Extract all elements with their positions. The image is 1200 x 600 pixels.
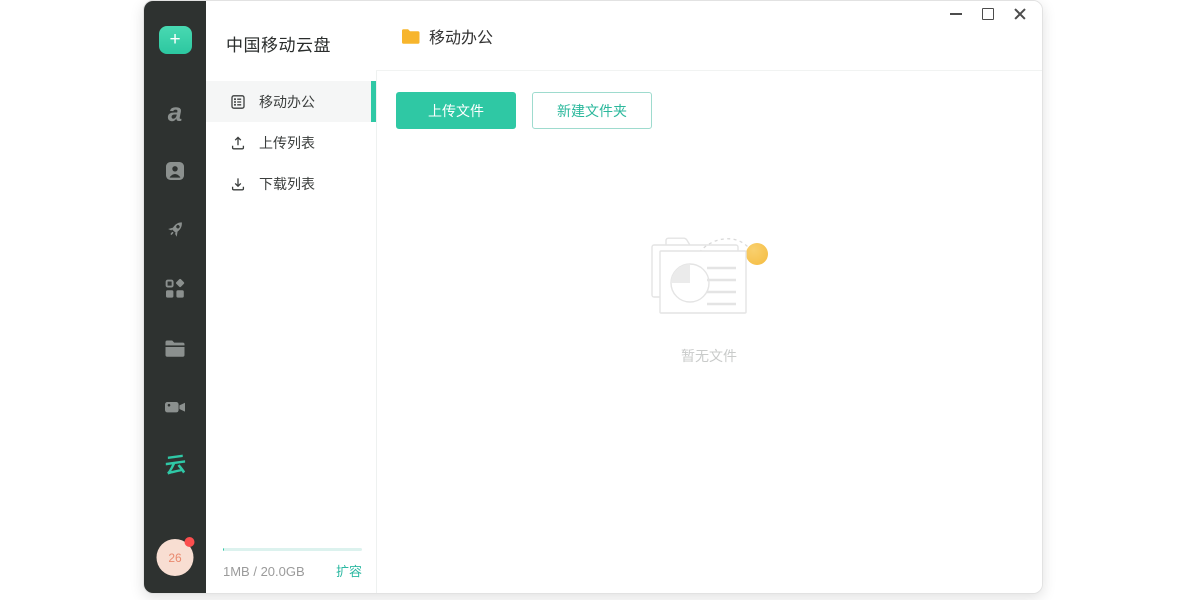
empty-folder-illustration [644, 231, 774, 328]
sidebar-item-label: 上传列表 [259, 133, 315, 153]
sidebar-main-divider [376, 71, 377, 593]
avatar-label: 26 [168, 551, 181, 565]
storage-row: 1MB / 20.0GB 扩容 [223, 561, 362, 580]
empty-state: 暂无文件 [644, 231, 774, 366]
minimize-icon[interactable] [949, 7, 962, 20]
storage-section: 1MB / 20.0GB 扩容 [206, 548, 376, 593]
avatar[interactable]: 26 [157, 539, 194, 576]
maximize-icon[interactable] [981, 7, 994, 20]
storage-progress-fill [223, 548, 224, 551]
add-button[interactable]: + [159, 26, 192, 54]
sidebar-item-label: 下载列表 [259, 174, 315, 194]
cloud-glyph: 云 [164, 452, 186, 479]
list-icon [230, 94, 246, 110]
download-icon [230, 176, 246, 192]
close-icon[interactable] [1013, 7, 1026, 20]
sidebar-item-mobile-office[interactable]: 移动办公 [206, 81, 376, 122]
page-title: 移动办公 [429, 24, 493, 48]
sidebar-item-download-list[interactable]: 下载列表 [206, 163, 376, 204]
icon-rail: + a [144, 1, 206, 593]
brand-a-glyph: a [168, 100, 182, 124]
sidebar-item-label: 移动办公 [259, 92, 315, 112]
new-folder-button[interactable]: 新建文件夹 [532, 92, 652, 129]
toolbar: 上传文件 新建文件夹 [376, 71, 1042, 129]
sidebar-item-upload-list[interactable]: 上传列表 [206, 122, 376, 163]
cloud-icon[interactable]: 云 [162, 454, 188, 478]
upload-icon [230, 135, 246, 151]
app-title: 中国移动云盘 [206, 1, 376, 81]
video-icon[interactable] [162, 395, 188, 419]
folder-icon [401, 28, 420, 44]
storage-usage: 1MB / 20.0GB [223, 564, 305, 579]
upload-file-button[interactable]: 上传文件 [396, 92, 516, 129]
folder-icon[interactable] [162, 336, 188, 360]
empty-message: 暂无文件 [644, 346, 774, 366]
content-header: 移动办公 [376, 1, 1042, 71]
notification-badge [185, 537, 195, 547]
rocket-icon[interactable] [162, 218, 188, 242]
expand-storage-link[interactable]: 扩容 [336, 561, 362, 580]
window-controls [949, 7, 1026, 20]
sidebar: 中国移动云盘 移动办公 上传列表 [206, 1, 376, 593]
storage-progressbar [223, 548, 362, 551]
main-content: 移动办公 上传文件 新建文件夹 [376, 1, 1042, 593]
apps-icon[interactable] [162, 277, 188, 301]
app-window: + a [143, 0, 1043, 594]
brand-a-icon[interactable]: a [162, 100, 188, 124]
contact-icon[interactable] [162, 159, 188, 183]
